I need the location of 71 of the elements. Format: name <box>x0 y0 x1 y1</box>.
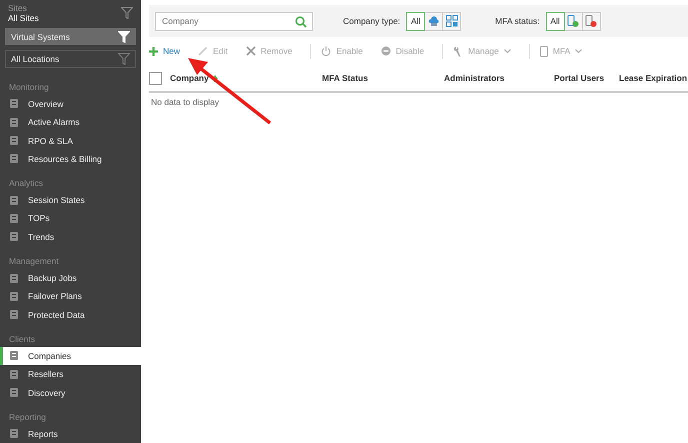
filter-icon <box>118 30 130 43</box>
filter-option[interactable]: All <box>546 12 565 30</box>
page-icon <box>9 194 19 206</box>
filter-option[interactable] <box>582 12 601 30</box>
nav-item[interactable]: Resources & Billing <box>0 150 141 168</box>
location-filter[interactable]: All Locations <box>5 50 136 68</box>
filter-icon[interactable] <box>121 7 133 19</box>
filter-label: Company type: <box>343 16 400 26</box>
phone-block-icon <box>585 14 598 28</box>
grid-icon <box>446 15 458 27</box>
page-icon <box>9 290 19 302</box>
filter-label: MFA status: <box>495 16 540 26</box>
filter-option[interactable]: All <box>406 12 426 30</box>
search-field[interactable]: Company <box>155 12 313 30</box>
toolbar-button[interactable]: New <box>149 46 190 56</box>
phone-icon <box>540 46 548 56</box>
nav-item[interactable]: RPO & SLA <box>0 131 141 150</box>
sites-label: Sites <box>8 3 28 13</box>
nav-item[interactable]: Active Alarms <box>0 113 141 132</box>
wrench-icon <box>453 46 464 56</box>
column-header[interactable]: MFA Status <box>322 73 368 83</box>
nav-item[interactable]: Session States <box>0 191 141 210</box>
power-icon <box>321 46 332 56</box>
section-heading: Monitoring <box>8 80 50 94</box>
page-icon <box>9 98 19 110</box>
nav-item[interactable]: Reports <box>0 424 141 443</box>
sites-value: All Sites <box>8 13 39 23</box>
section-heading: Analytics <box>8 177 44 190</box>
location-filter[interactable]: Virtual Systems <box>5 28 136 46</box>
page-icon <box>9 135 19 146</box>
search-icon <box>295 16 307 28</box>
page-icon <box>9 231 19 242</box>
nav-item[interactable]: Overview <box>0 94 141 114</box>
cloud-icon <box>428 15 440 27</box>
nav-item[interactable]: TOPs <box>0 209 141 228</box>
page-icon <box>9 153 19 164</box>
section-heading: Clients <box>8 332 36 346</box>
filter-icon <box>118 53 130 66</box>
column-header[interactable]: Administrators <box>444 73 504 83</box>
minus-circle-icon <box>380 46 391 56</box>
select-all-checkbox[interactable] <box>149 72 162 84</box>
page-icon <box>9 309 19 320</box>
page-icon <box>9 116 19 128</box>
nav-item[interactable]: Trends <box>0 228 141 246</box>
column-header[interactable]: Company <box>170 73 209 83</box>
chevron-down-icon <box>504 48 511 54</box>
column-header[interactable]: Portal Users <box>554 73 604 83</box>
filter-option[interactable] <box>442 12 462 30</box>
nav-item[interactable]: Resellers <box>0 365 141 384</box>
phone-check-icon <box>567 14 580 28</box>
pencil-icon <box>198 46 208 56</box>
chevron-down-icon <box>575 48 582 54</box>
page-icon <box>9 428 19 440</box>
page-icon <box>9 350 19 362</box>
filter-option[interactable] <box>424 12 444 30</box>
plus-icon <box>149 46 158 56</box>
column-header[interactable]: Lease Expiration <box>619 73 688 83</box>
section-heading: Reporting <box>8 410 47 424</box>
nav-item[interactable]: Companies <box>0 346 141 366</box>
page-icon <box>9 212 19 224</box>
close-icon <box>246 46 256 56</box>
page-icon <box>9 387 19 398</box>
page-icon <box>9 272 19 284</box>
empty-message: No data to display <box>150 96 220 109</box>
section-heading: Management <box>8 254 60 268</box>
page-icon <box>9 368 19 380</box>
nav-item[interactable]: Failover Plans <box>0 287 141 306</box>
nav-item[interactable]: Discovery <box>0 383 141 402</box>
nav-item[interactable]: Backup Jobs <box>0 268 141 288</box>
filter-option[interactable] <box>564 12 583 30</box>
nav-item[interactable]: Protected Data <box>0 305 141 324</box>
